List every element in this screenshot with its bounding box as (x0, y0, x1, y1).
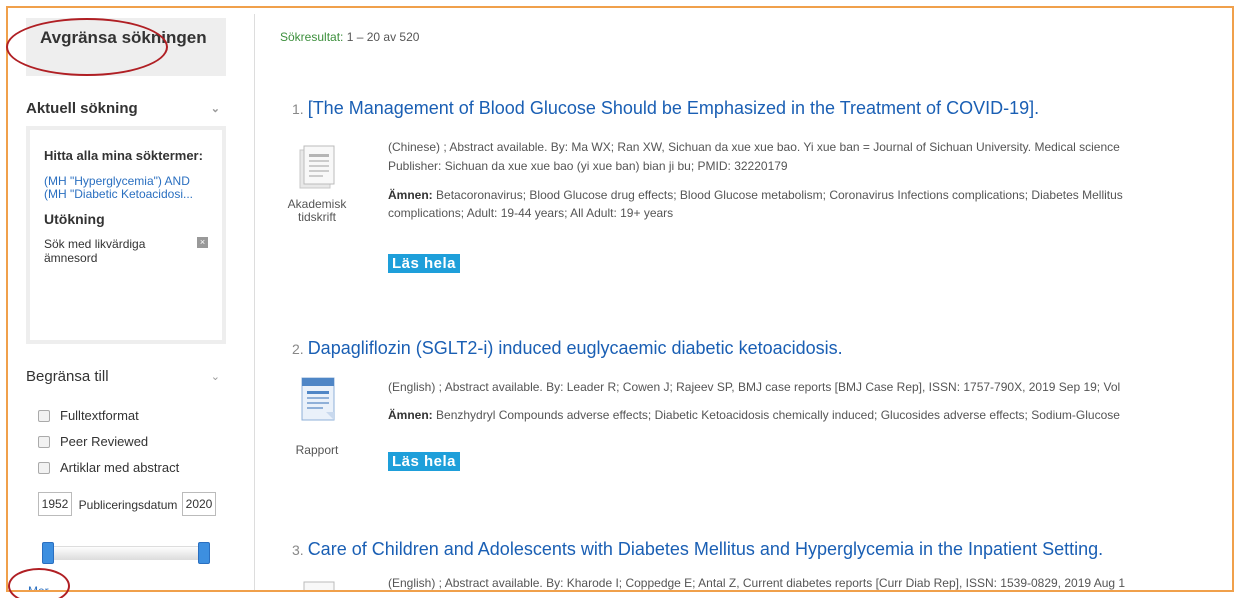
document-type-label: Akademisk tidskrift (287, 197, 347, 224)
expansion-heading: Utökning (44, 211, 105, 227)
report-doc-icon[interactable] (298, 376, 338, 422)
result-title-link[interactable]: Care of Children and Adolescents with Di… (308, 539, 1103, 559)
fulltext-checkbox[interactable] (38, 409, 50, 422)
journal-doc-icon[interactable] (296, 144, 336, 190)
sidebar-divider (254, 14, 255, 590)
remove-icon[interactable]: × (197, 237, 208, 248)
chevron-down-icon[interactable]: ⌄ (211, 102, 220, 115)
result-subjects: Ämnen: Benzhydryl Compounds adverse effe… (388, 408, 1120, 422)
chevron-down-icon[interactable]: ⌄ (211, 370, 220, 383)
date-slider-handle-max[interactable] (198, 542, 210, 564)
expansion-item-label: Sök med likvärdiga ämnesord (44, 237, 146, 265)
subjects-list: Betacoronavirus; Blood Glucose drug effe… (436, 188, 1123, 202)
result-title-link[interactable]: [The Management of Blood Glucose Should … (308, 98, 1039, 118)
limit-heading[interactable]: Begränsa till ⌄ (26, 368, 226, 385)
year-to-input[interactable]: 2020 (182, 492, 216, 516)
date-slider-handle-min[interactable] (42, 542, 54, 564)
filter-fulltext[interactable]: Fulltextformat (38, 408, 139, 423)
result-metadata: (English) ; Abstract available. By: Khar… (388, 576, 1126, 590)
search-query-link[interactable]: (MH "Hyperglycemia") AND (MH "Diabetic K… (44, 175, 208, 201)
result-count: Sökresultat: 1 – 20 av 520 (280, 30, 419, 44)
document-type-label: Rapport (295, 443, 339, 457)
result-title[interactable]: 1. [The Management of Blood Glucose Shoul… (292, 98, 1039, 119)
current-search-label: Aktuell sökning (26, 100, 138, 117)
expansion-item: Sök med likvärdiga ämnesord × (44, 237, 208, 265)
limit-heading-label: Begränsa till (26, 368, 109, 385)
year-from-input[interactable]: 1952 (38, 492, 72, 516)
result-subjects-continued: complications; Adult: 19-44 years; All A… (388, 206, 674, 220)
screenshot-frame: Avgränsa sökningen Aktuell sökning ⌄ Hit… (6, 6, 1234, 592)
filter-label: Artiklar med abstract (60, 460, 180, 475)
result-subjects: Ämnen: Betacoronavirus; Blood Glucose dr… (388, 188, 1123, 202)
filter-abstract[interactable]: Artiklar med abstract (38, 460, 179, 475)
filter-label: Fulltextformat (60, 408, 139, 423)
result-count-value: 1 – 20 av 520 (346, 30, 420, 44)
result-metadata: (English) ; Abstract available. By: Lead… (388, 380, 1121, 394)
read-full-button[interactable]: Läs hela (388, 254, 461, 273)
peer-reviewed-checkbox[interactable] (38, 435, 50, 448)
journal-doc-icon[interactable] (296, 580, 336, 592)
current-search-box: Hitta alla mina söktermer: (MH "Hypergly… (26, 126, 226, 344)
filter-label: Peer Reviewed (60, 434, 149, 449)
date-slider-track[interactable] (46, 546, 206, 560)
current-search-heading[interactable]: Aktuell sökning ⌄ (26, 100, 226, 117)
publication-date-label: Publiceringsdatum (78, 498, 178, 512)
result-number: 3. (292, 542, 304, 558)
annotation-ellipse-title (6, 18, 168, 76)
annotation-ellipse-more (8, 568, 70, 598)
abstract-checkbox[interactable] (38, 461, 50, 474)
result-metadata: (Chinese) ; Abstract available. By: Ma W… (388, 140, 1120, 154)
read-full-button[interactable]: Läs hela (388, 452, 461, 471)
subjects-label: Ämnen: (388, 188, 433, 202)
result-publisher: Publisher: Sichuan da xue xue bao (yi xu… (388, 159, 788, 173)
subjects-list: Benzhydryl Compounds adverse effects; Di… (436, 408, 1120, 422)
result-number: 2. (292, 341, 304, 357)
result-count-label: Sökresultat: (280, 30, 344, 44)
find-all-label: Hitta alla mina söktermer: (44, 148, 203, 163)
subjects-label: Ämnen: (388, 408, 433, 422)
result-title[interactable]: 3. Care of Children and Adolescents with … (292, 539, 1103, 560)
result-title-link[interactable]: Dapagliflozin (SGLT2-i) induced euglycae… (308, 338, 843, 358)
result-title[interactable]: 2. Dapagliflozin (SGLT2-i) induced euglyc… (292, 338, 843, 359)
result-number: 1. (292, 101, 304, 117)
filter-peer-reviewed[interactable]: Peer Reviewed (38, 434, 148, 449)
